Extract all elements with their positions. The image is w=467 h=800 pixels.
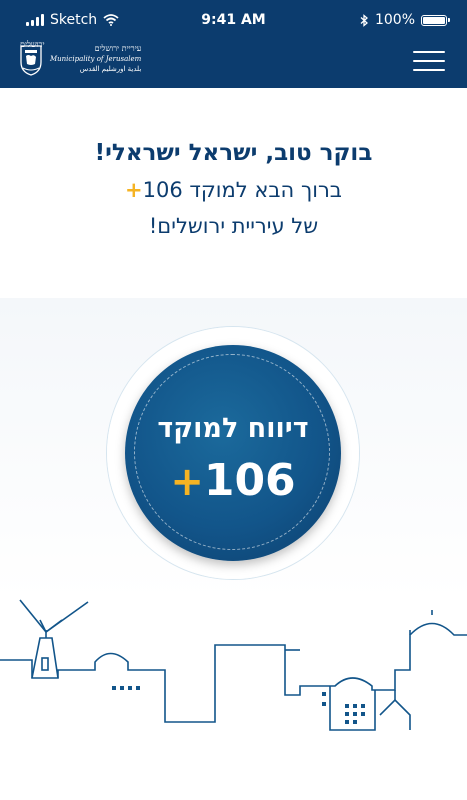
- report-button[interactable]: דיווח למוקד +106: [107, 327, 359, 579]
- greeting: בוקר טוב, ישראל ישראלי! ברוך הבא למוקד 1…: [0, 140, 467, 238]
- greeting-line-2: ברוך הבא למוקד 106+: [0, 178, 467, 202]
- report-number-text: 106: [203, 455, 296, 506]
- report-button-inner[interactable]: דיווח למוקד +106: [125, 345, 341, 561]
- menu-icon[interactable]: [413, 51, 445, 73]
- bluetooth-icon: [360, 13, 368, 27]
- report-plus: +: [170, 459, 204, 505]
- battery-fill: [423, 16, 445, 24]
- report-button-ring: [134, 354, 330, 550]
- logo-arabic: بلدية اورشليم القدس: [79, 65, 142, 73]
- logo-english: Municipality of Jerusalem: [50, 55, 142, 63]
- report-button-label: דיווח למוקד: [157, 413, 309, 444]
- greeting-line-2-text: ברוך הבא למוקד 106: [142, 178, 342, 202]
- app-header: עיריית ירושלים Municipality of Jerusalem…: [0, 38, 467, 88]
- logo-hebrew: עיריית ירושלים: [94, 44, 142, 53]
- logo-text: עיריית ירושלים Municipality of Jerusalem…: [50, 44, 141, 74]
- battery-percent: 100%: [374, 12, 415, 28]
- greeting-plus: +: [125, 178, 143, 202]
- skyline-illustration: [0, 599, 467, 731]
- report-button-number: +106: [125, 455, 341, 506]
- greeting-title: בוקר טוב, ישראל ישראלי!: [94, 140, 373, 166]
- greeting-line-3: של עיריית ירושלים!: [148, 214, 319, 238]
- status-right: 100%: [360, 12, 450, 28]
- logo-hebrew-top: ירושלים: [20, 40, 45, 49]
- status-bar: Sketch 9:41 AM 100%: [0, 0, 467, 38]
- battery-icon: [421, 14, 450, 26]
